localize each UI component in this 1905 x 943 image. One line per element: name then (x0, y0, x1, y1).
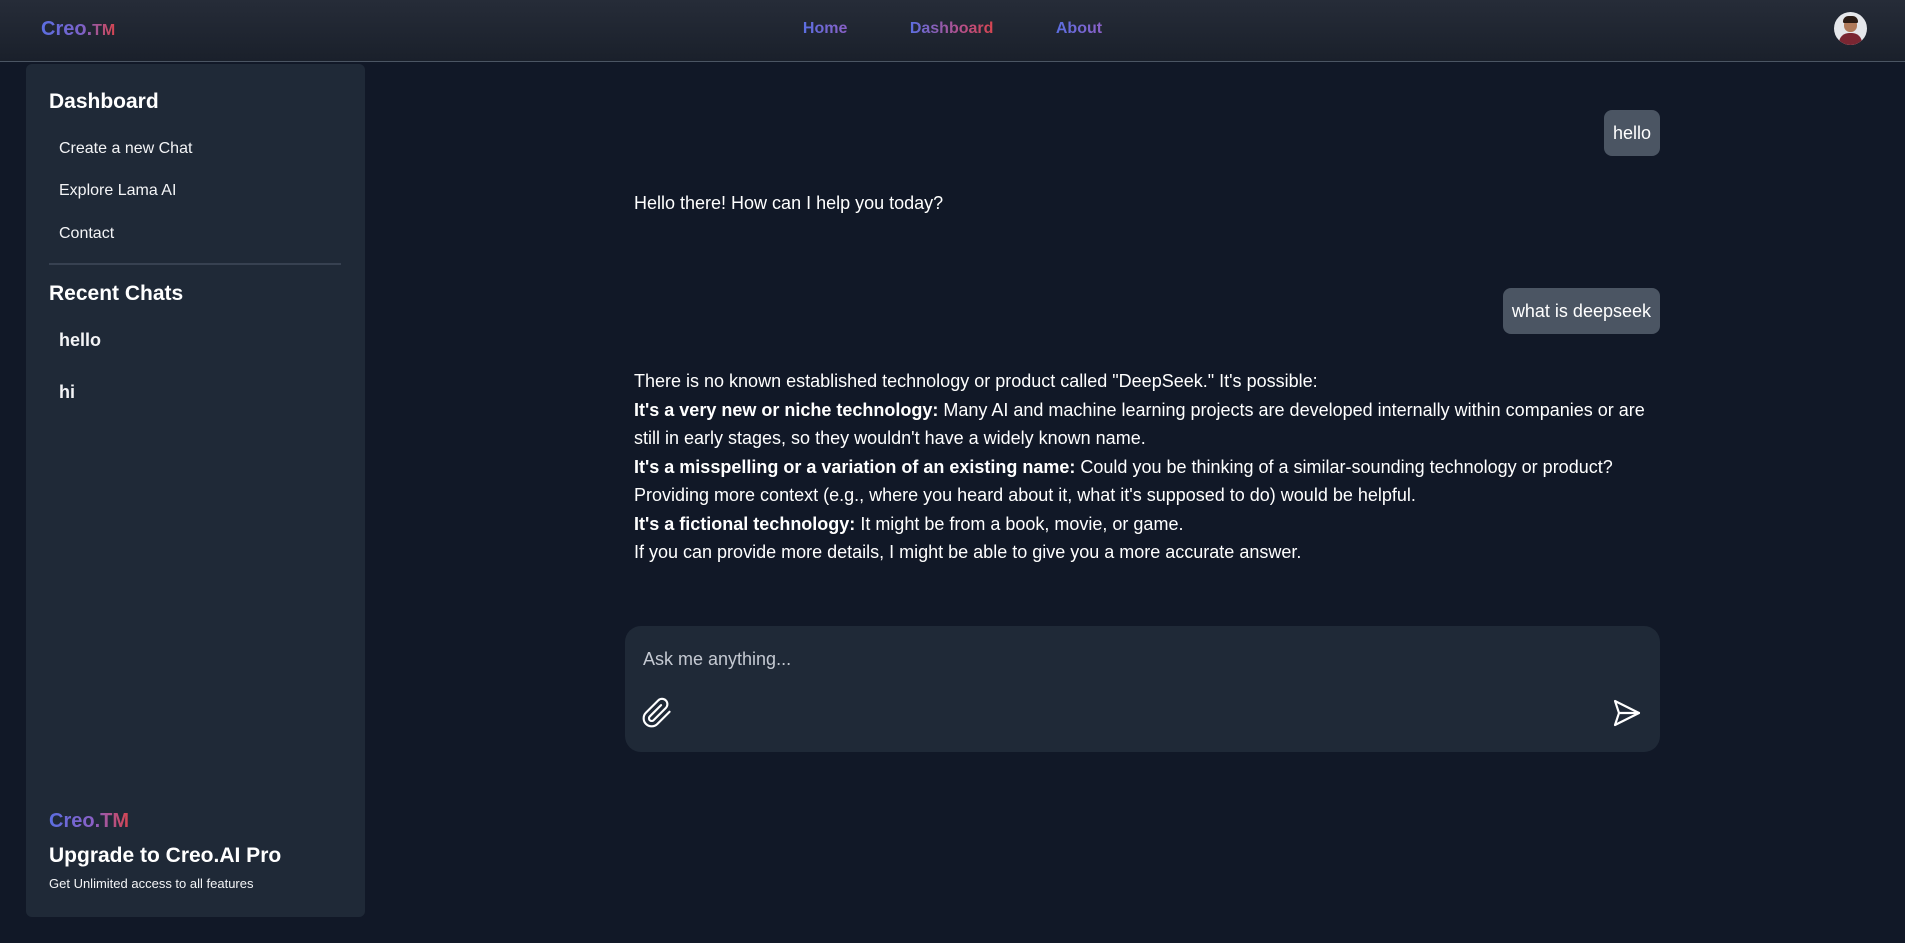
paperclip-icon[interactable] (641, 697, 673, 729)
user-avatar[interactable] (1834, 12, 1867, 45)
promo-brand: Creo.TM (49, 810, 129, 832)
promo-subtitle: Get Unlimited access to all features (49, 876, 254, 891)
reply-point-heading: It's a misspelling or a variation of an … (634, 456, 1076, 477)
sidebar-dashboard-title: Dashboard (49, 90, 159, 113)
reply-outro: If you can provide more details, I might… (634, 542, 1302, 562)
reply-point-heading: It's a very new or niche technology: (634, 399, 939, 420)
nav-home[interactable]: Home (803, 20, 847, 38)
recent-chats-title: Recent Chats (49, 282, 184, 305)
promo-title[interactable]: Upgrade to Creo.AI Pro (49, 844, 281, 868)
assistant-message: There is no known established technology… (634, 367, 1660, 567)
reply-point: It's a fictional technology: It might be… (634, 510, 1660, 539)
sidebar-link-contact[interactable]: Contact (59, 225, 114, 243)
send-icon[interactable] (1611, 697, 1643, 729)
nav-dashboard[interactable]: Dashboard (910, 20, 994, 38)
user-message: hello (1603, 110, 1660, 156)
sidebar-link-new-chat[interactable]: Create a new Chat (59, 140, 192, 158)
assistant-message: Hello there! How can I help you today? (634, 193, 944, 213)
main-nav: Home Dashboard About (0, 20, 1905, 38)
sidebar-divider (49, 263, 341, 265)
sidebar: Dashboard Create a new Chat Explore Lama… (26, 64, 365, 917)
recent-chat-item[interactable]: hello (59, 330, 101, 351)
message-composer (625, 626, 1660, 752)
avatar-body (1839, 33, 1862, 45)
sidebar-link-explore[interactable]: Explore Lama AI (59, 182, 176, 200)
reply-point: It's a misspelling or a variation of an … (634, 453, 1660, 510)
reply-intro: There is no known established technology… (634, 371, 1318, 391)
reply-point: It's a very new or niche technology: Man… (634, 396, 1660, 453)
nav-about[interactable]: About (1056, 20, 1102, 38)
top-navbar: Creo.TM Home Dashboard About (0, 0, 1905, 62)
reply-point-text: It might be from a book, movie, or game. (855, 513, 1184, 534)
message-input[interactable] (643, 644, 1633, 674)
user-message: what is deepseek (1502, 288, 1660, 334)
recent-chat-item[interactable]: hi (59, 382, 75, 403)
avatar-hair (1843, 16, 1858, 23)
reply-point-heading: It's a fictional technology: (634, 513, 856, 534)
